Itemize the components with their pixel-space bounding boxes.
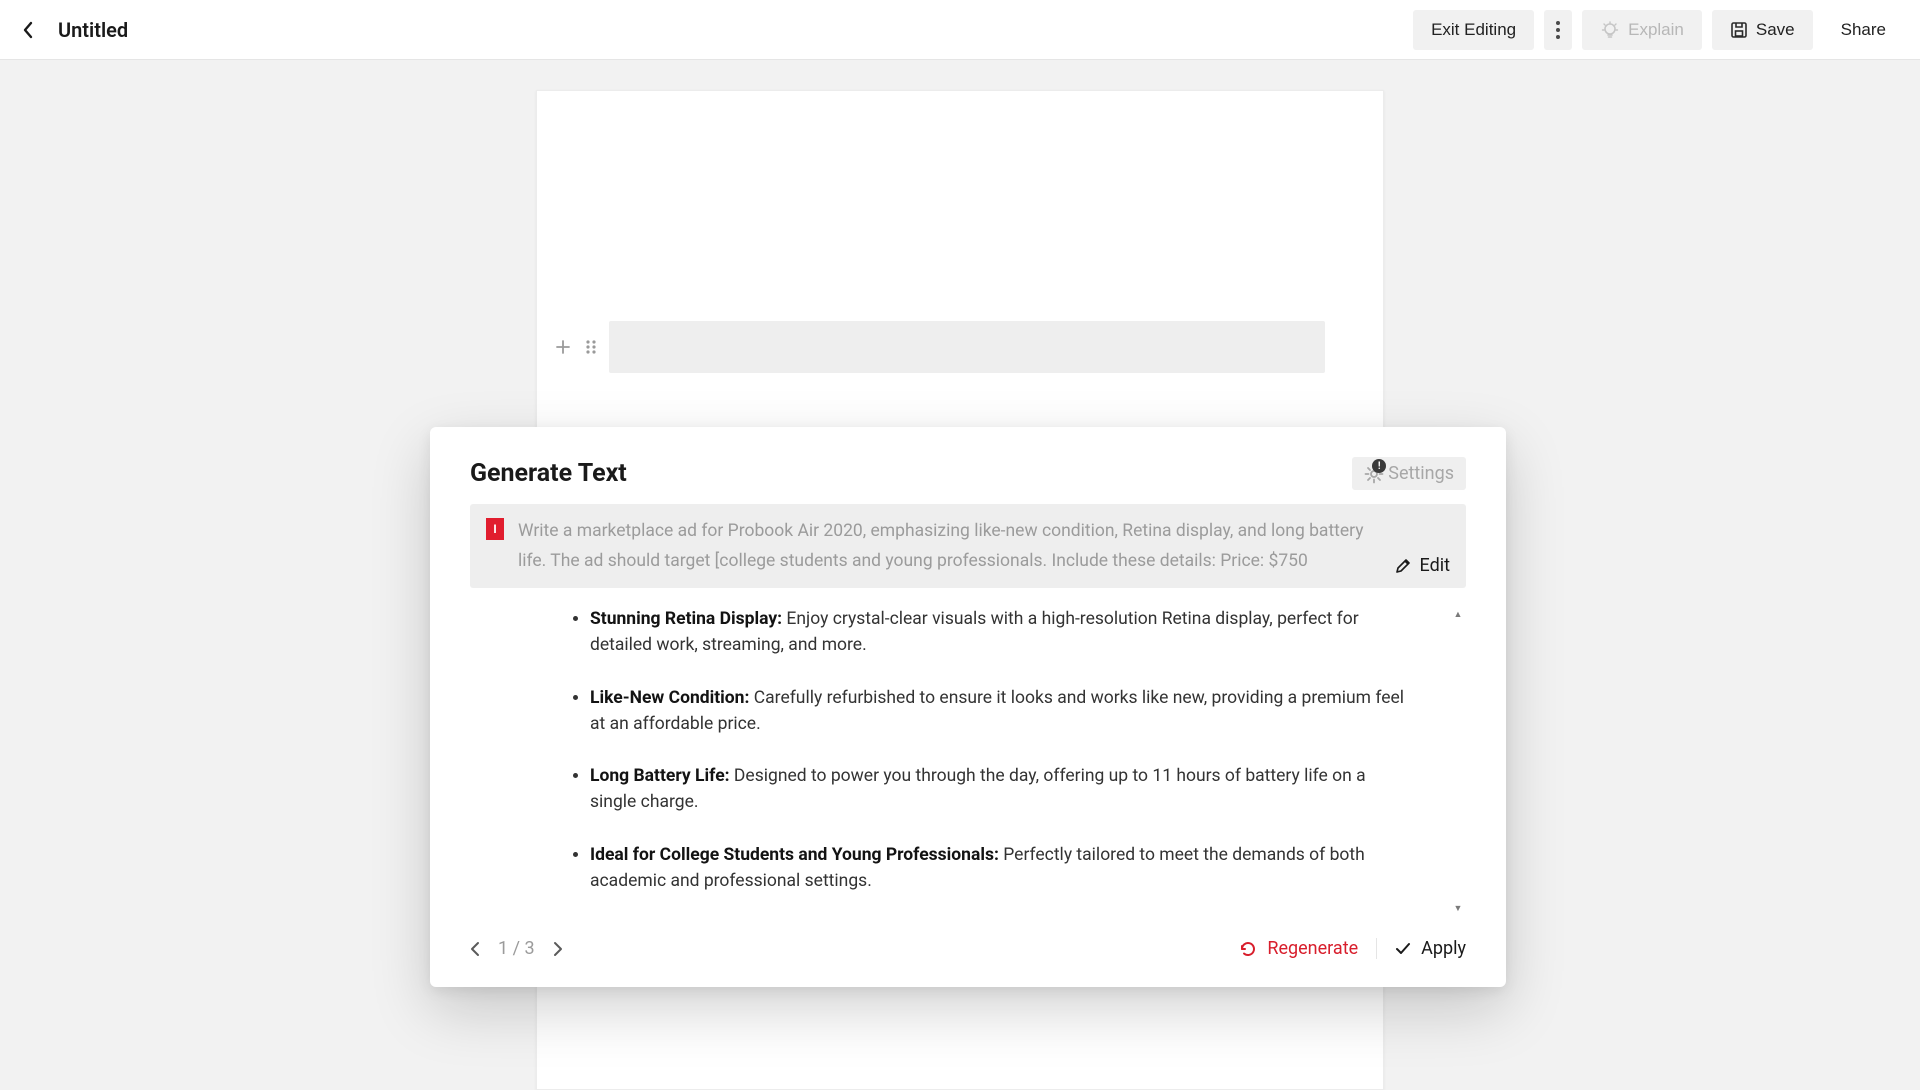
explain-button[interactable]: Explain: [1582, 10, 1702, 50]
generate-settings-button[interactable]: ! Settings: [1352, 457, 1466, 490]
bullet-title: Ideal for College Students and Young Pro…: [590, 845, 999, 865]
plus-icon: [555, 339, 571, 355]
app-header: Untitled Exit Editing Explain Save Share: [0, 0, 1920, 60]
exit-editing-label: Exit Editing: [1431, 20, 1516, 40]
refresh-icon: [1239, 940, 1257, 958]
regenerate-button[interactable]: Regenerate: [1239, 938, 1358, 959]
drag-dots-icon: [585, 339, 597, 355]
generate-panel-title: Generate Text: [470, 459, 627, 488]
list-item: Long Battery Life: Designed to power you…: [590, 763, 1446, 816]
regenerate-label: Regenerate: [1267, 938, 1358, 959]
back-button[interactable]: [16, 18, 40, 42]
generate-panel-header: Generate Text ! Settings: [430, 427, 1506, 504]
page-title: Untitled: [58, 18, 128, 42]
header-right: Exit Editing Explain Save Share: [1413, 10, 1904, 50]
header-left: Untitled: [16, 18, 128, 42]
pager-next-button[interactable]: [553, 941, 563, 957]
more-vertical-icon: [1556, 21, 1560, 39]
bullet-title: Like-New Condition:: [590, 688, 749, 708]
pager-total: 3: [524, 938, 534, 959]
check-icon: [1395, 942, 1411, 956]
pager-status: 1 / 3: [498, 938, 535, 959]
block-content-placeholder[interactable]: [609, 321, 1325, 373]
result-pager: 1 / 3: [470, 938, 563, 959]
save-label: Save: [1756, 20, 1795, 40]
bullet-title: Stunning Retina Display:: [590, 609, 782, 629]
generate-text-panel: Generate Text ! Settings I Write a marke…: [430, 427, 1506, 987]
pager-current: 1: [498, 938, 508, 959]
add-block-button[interactable]: [553, 337, 573, 357]
settings-label: Settings: [1388, 463, 1454, 484]
pager-prev-button[interactable]: [470, 941, 480, 957]
canvas: Generate Text ! Settings I Write a marke…: [0, 60, 1920, 1032]
share-label: Share: [1841, 20, 1886, 40]
chevron-right-icon: [553, 941, 563, 957]
exit-editing-button[interactable]: Exit Editing: [1413, 10, 1534, 50]
list-item: Ideal for College Students and Young Pro…: [590, 842, 1446, 895]
drag-handle[interactable]: [581, 337, 601, 357]
edit-label: Edit: [1420, 555, 1450, 576]
apply-label: Apply: [1421, 938, 1466, 959]
bullet-title: Long Battery Life:: [590, 766, 730, 786]
chevron-left-icon: [22, 21, 34, 39]
save-icon: [1730, 21, 1748, 39]
generated-content-scroll[interactable]: Stunning Retina Display: Enjoy crystal-c…: [470, 606, 1466, 916]
prompt-cursor-marker: I: [486, 518, 504, 540]
share-button[interactable]: Share: [1823, 10, 1904, 50]
footer-actions: Regenerate Apply: [1239, 938, 1466, 959]
generated-content-scroll-wrap: ▲ Stunning Retina Display: Enjoy crystal…: [470, 606, 1466, 916]
prompt-text: Write a marketplace ad for Probook Air 2…: [518, 516, 1368, 576]
list-item: Like-New Condition: Carefully refurbishe…: [590, 685, 1446, 738]
list-item: Stunning Retina Display: Enjoy crystal-c…: [590, 606, 1446, 659]
lightbulb-icon: [1600, 20, 1620, 40]
prompt-box: I Write a marketplace ad for Probook Air…: [470, 504, 1466, 588]
empty-block-row: [553, 321, 1325, 373]
more-menu-button[interactable]: [1544, 10, 1572, 50]
pencil-icon: [1394, 557, 1412, 575]
save-button[interactable]: Save: [1712, 10, 1813, 50]
generate-panel-footer: 1 / 3 Regenerate Apply: [430, 916, 1506, 987]
apply-button[interactable]: Apply: [1376, 938, 1466, 959]
generated-bullets: Stunning Retina Display: Enjoy crystal-c…: [470, 606, 1446, 894]
chevron-left-icon: [470, 941, 480, 957]
edit-prompt-button[interactable]: Edit: [1394, 555, 1450, 576]
explain-label: Explain: [1628, 20, 1684, 40]
